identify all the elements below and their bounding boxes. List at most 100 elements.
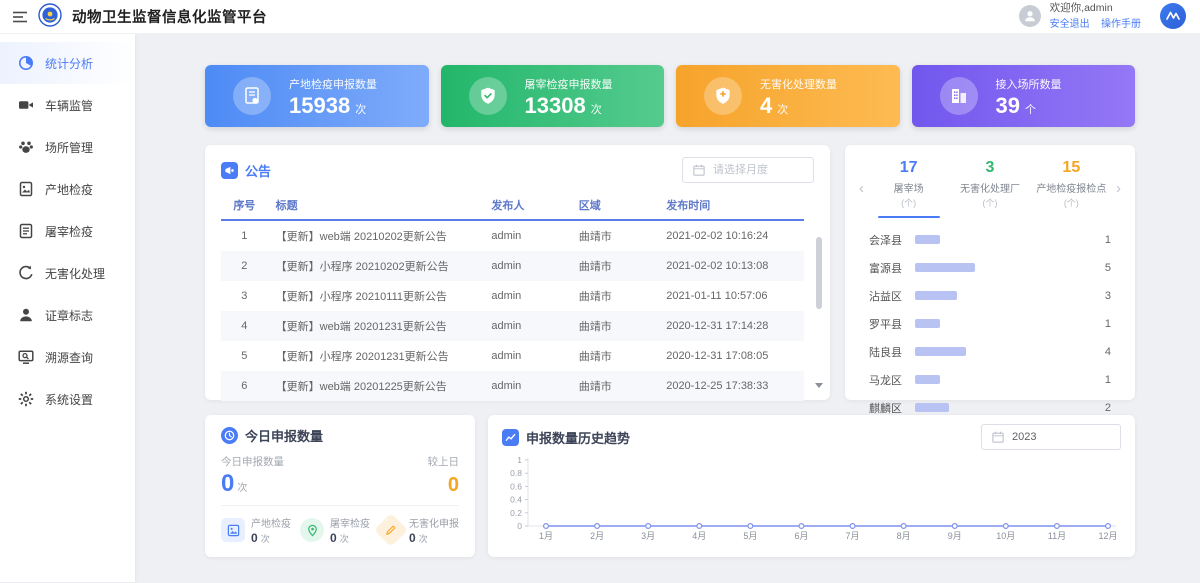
corner-avatar[interactable]	[1160, 3, 1186, 29]
table-row[interactable]: 2【更新】小程序 20210202更新公告admin曲靖市2021-02-02 …	[221, 251, 804, 281]
year-picker-input[interactable]	[1010, 430, 1102, 444]
month-picker[interactable]	[682, 157, 814, 183]
table-scrollbar[interactable]	[816, 237, 822, 309]
manual-link[interactable]: 操作手册	[1101, 19, 1141, 30]
table-cell: 3	[221, 281, 268, 311]
tab-unit: (个)	[949, 196, 1030, 209]
mini-value: 0	[251, 531, 258, 545]
sidebar-item-slaughter-quarantine[interactable]: 屠宰检疫	[0, 210, 135, 252]
app-title: 动物卫生监督信息化监管平台	[72, 6, 267, 27]
paw-icon	[18, 139, 34, 155]
chevron-right-icon[interactable]: ›	[1112, 180, 1125, 197]
bar-value: 1	[1093, 234, 1111, 246]
table-cell: 【更新】小程序 20210202更新公告	[268, 251, 484, 281]
column-header: 标题	[268, 191, 484, 220]
sidebar-item-places[interactable]: 场所管理	[0, 126, 135, 168]
table-row[interactable]: 4【更新】web端 20201231更新公告admin曲靖市2020-12-31…	[221, 311, 804, 341]
region-bar-chart: 会泽县1 富源县5 沾益区3 罗平县1 陆良县4 马龙区1 麒麟区2	[853, 218, 1127, 416]
sidebar-item-vehicle[interactable]: 车辆监管	[0, 84, 135, 126]
bar-value: 2	[1093, 402, 1111, 414]
mini-unit: 次	[419, 534, 428, 544]
sidebar-item-stats[interactable]: 统计分析	[0, 42, 135, 84]
sidebar-item-badge[interactable]: 证章标志	[0, 294, 135, 336]
trend-chart-svg: 00.20.40.60.811月2月3月4月5月6月7月8月9月10月11月12…	[502, 452, 1121, 548]
trend-panel: 申报数量历史趋势 00.20.40.60.811月2月3月4月5月6月7月8月9…	[488, 415, 1135, 557]
gear-icon	[18, 391, 34, 407]
tab-slaughterhouse[interactable]: 17 屠宰场 (个)	[868, 159, 949, 218]
table-cell: 2020-12-31 17:08:05	[658, 341, 804, 371]
tab-harmless-plant[interactable]: 3 无害化处理厂 (个)	[949, 159, 1030, 218]
bar-row: 沾益区3	[869, 288, 1111, 304]
today-report-panel: 今日申报数量 今日申报数量 较上日 0次 0	[205, 415, 475, 557]
sidebar-item-harmless[interactable]: 无害化处理	[0, 252, 135, 294]
announcements-title: 公告	[245, 161, 271, 180]
mini-unit: 次	[261, 534, 270, 544]
logout-link[interactable]: 安全退出	[1050, 19, 1090, 30]
table-cell: 4	[221, 311, 268, 341]
user-avatar-icon	[1019, 5, 1041, 27]
document-image-icon	[18, 181, 34, 197]
today-panel-title: 今日申报数量	[245, 426, 323, 445]
pencil-icon	[374, 513, 408, 547]
table-cell: 曲靖市	[571, 220, 658, 251]
table-row[interactable]: 6【更新】web端 20201225更新公告admin曲靖市2020-12-25…	[221, 371, 804, 401]
table-row[interactable]: 3【更新】小程序 20210111更新公告admin曲靖市2021-01-11 …	[221, 281, 804, 311]
svg-text:8月: 8月	[897, 531, 911, 541]
table-cell: admin	[483, 371, 570, 401]
mini-value: 0	[330, 531, 337, 545]
tab-origin-checkpoint[interactable]: 15 产地检疫报检点 (个)	[1031, 159, 1112, 218]
bar	[915, 291, 957, 300]
tab-unit: (个)	[868, 196, 949, 209]
bar	[915, 347, 966, 356]
table-cell: 【更新】web端 20201225更新公告	[268, 371, 484, 401]
table-row[interactable]: 5【更新】小程序 20201231更新公告admin曲靖市2020-12-31 …	[221, 341, 804, 371]
table-row[interactable]: 1【更新】web端 20210202更新公告admin曲靖市2021-02-02…	[221, 220, 804, 251]
sidebar-item-trace[interactable]: 溯源查询	[0, 336, 135, 378]
table-cell: 2	[221, 251, 268, 281]
sidebar-item-origin-quarantine[interactable]: 产地检疫	[0, 168, 135, 210]
stat-card-unit: 次	[591, 104, 602, 116]
sidebar-item-label: 无害化处理	[45, 265, 105, 282]
menu-toggle-icon[interactable]	[12, 10, 28, 24]
svg-text:1: 1	[517, 455, 522, 465]
bar-label: 罗平县	[869, 316, 915, 332]
sidebar-item-settings[interactable]: 系统设置	[0, 378, 135, 420]
mini-label: 产地检疫	[251, 515, 291, 530]
trend-line-chart: 00.20.40.60.811月2月3月4月5月6月7月8月9月10月11月12…	[502, 452, 1121, 551]
sidebar-item-label: 溯源查询	[45, 349, 93, 366]
year-picker[interactable]	[981, 424, 1121, 450]
bar	[915, 263, 975, 272]
stat-card-label: 产地检疫申报数量	[289, 76, 377, 92]
sidebar-item-label: 证章标志	[45, 307, 93, 324]
stat-card-access-places: 接入场所数量 39个	[912, 65, 1136, 127]
bar-label: 马龙区	[869, 372, 915, 388]
bar-row: 富源县5	[869, 260, 1111, 276]
table-cell: 6	[221, 371, 268, 401]
document-edit-icon	[18, 223, 34, 239]
table-cell: 【更新】小程序 20201231更新公告	[268, 341, 484, 371]
bar-value: 5	[1093, 262, 1111, 274]
badge-person-icon	[18, 307, 34, 323]
column-header: 发布时间	[658, 191, 804, 220]
tab-label: 产地检疫报检点	[1031, 180, 1112, 195]
mini-stat-harmless: 无害化申报 0 次	[379, 515, 459, 545]
sidebar-item-label: 车辆监管	[45, 97, 93, 114]
sidebar-item-label: 统计分析	[45, 55, 93, 72]
table-cell: 曲靖市	[571, 371, 658, 401]
user-meta: 欢迎你,admin 安全退出 操作手册	[1050, 2, 1141, 31]
scroll-down-icon[interactable]	[815, 383, 823, 388]
stat-card-harmless: 无害化处理数量 4次	[676, 65, 900, 127]
today-count-label: 今日申报数量	[221, 454, 284, 469]
bar-label: 麒麟区	[869, 400, 915, 416]
bar-label: 沾益区	[869, 288, 915, 304]
trend-panel-title: 申报数量历史趋势	[526, 428, 630, 447]
table-cell: 【更新】web端 20210202更新公告	[268, 220, 484, 251]
table-cell: 曲靖市	[571, 251, 658, 281]
svg-text:7月: 7月	[846, 531, 860, 541]
svg-text:1月: 1月	[539, 531, 553, 541]
chevron-left-icon[interactable]: ‹	[855, 180, 868, 197]
sidebar: 统计分析 车辆监管 场所管理 产地检疫 屠宰检疫 无害化处理	[0, 34, 135, 582]
places-tabs: ‹ 17 屠宰场 (个) 3 无害化处理厂 (个) 15	[853, 159, 1127, 218]
month-picker-input[interactable]	[711, 163, 803, 177]
stat-card-value: 39	[996, 93, 1020, 118]
